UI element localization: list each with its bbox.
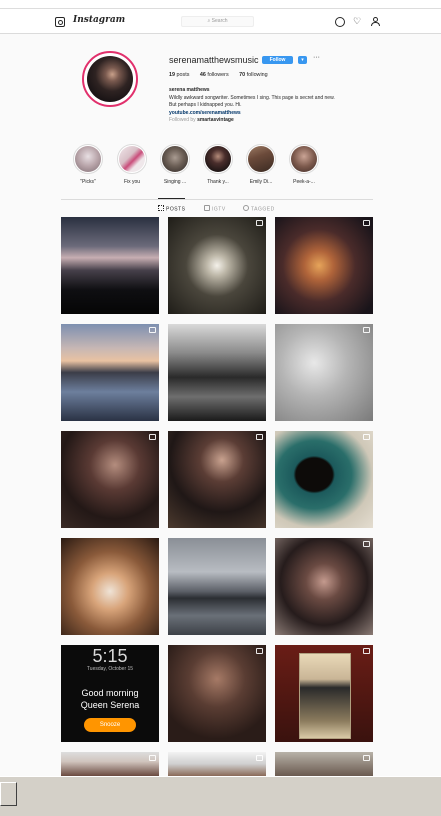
post-thumbnail[interactable] [61,752,159,776]
profile-stats: 19 posts 46 followers 70 following [169,72,268,78]
follow-button[interactable]: Follow [262,56,293,64]
highlight-label: "Picks" [80,179,96,185]
profile-full-name: serena matthews [169,87,210,93]
highlight-item[interactable]: Singing ... [160,144,190,185]
tab-igtv[interactable]: IGTV [204,205,226,213]
highlight-cover [119,146,145,172]
post-thumbnail[interactable] [168,645,266,742]
video-badge-icon [363,755,370,761]
igtv-icon [204,205,210,211]
highlight-item[interactable]: Emily Di... [246,144,276,185]
more-options-icon[interactable]: ··· [313,54,320,61]
post-thumbnail[interactable] [61,431,159,528]
post-thumbnail[interactable] [275,431,373,528]
post-thumbnail[interactable] [275,752,373,776]
bio-line-2: But perhaps I kidnapped you. Hi. [169,102,242,108]
os-taskbar [0,776,441,816]
video-badge-icon [256,648,263,654]
instagram-logo-icon[interactable] [55,17,65,27]
video-badge-icon [256,434,263,440]
post-thumbnail[interactable] [275,645,373,742]
highlight-label: Fix you [123,179,141,185]
profile-avatar-ring[interactable] [82,51,138,107]
lockscreen-date: Tuesday, October 15 [86,666,134,672]
highlight-cover [75,146,101,172]
highlight-cover [291,146,317,172]
tab-tagged[interactable]: TAGGED [243,205,275,213]
video-badge-icon [363,648,370,654]
lockscreen-post[interactable]: 5:15 Tuesday, October 15 Good morning Qu… [61,645,159,742]
video-badge-icon [149,327,156,333]
following-stat[interactable]: 70 following [239,72,267,78]
highlight-item[interactable]: Peek-a-... [289,144,319,185]
post-thumbnail[interactable] [61,538,159,635]
video-badge-icon [256,220,263,226]
highlight-label: Peek-a-... [293,179,315,185]
top-nav-bar: Instagram ⌕ Search ♡ [0,9,441,34]
profile-bio: serena matthews Wildly awkward songwrite… [169,87,389,125]
post-thumbnail[interactable] [275,324,373,421]
post-thumbnail[interactable] [275,217,373,314]
avatar [87,56,133,102]
lockscreen-greeting-1: Good morning [81,688,139,698]
video-badge-icon [363,327,370,333]
post-thumbnail[interactable] [275,538,373,635]
posts-stat: 19 posts [169,72,190,78]
lockscreen-greeting-2: Queen Serena [80,700,140,710]
profile-person-icon[interactable] [371,17,380,26]
followed-by-user-link[interactable]: smartasvintage [197,117,234,123]
video-badge-icon [363,541,370,547]
profile-website-link[interactable]: youtube.com/serenamatthews [169,110,389,118]
highlight-label: Singing ... [163,179,187,185]
video-badge-icon [149,434,156,440]
followed-by: Followed by smartasvintage [169,117,234,123]
post-thumbnail[interactable] [168,324,266,421]
highlight-item[interactable]: Thank y... [203,144,233,185]
highlight-cover [205,146,231,172]
post-thumbnail[interactable] [168,538,266,635]
tagged-icon [243,205,249,211]
highlight-cover [248,146,274,172]
tabs-divider [61,199,373,200]
book-cover [299,653,351,739]
profile-username: serenamatthewsmusic [169,55,259,65]
grid-icon [158,205,164,211]
explore-compass-icon[interactable] [335,17,345,27]
post-thumbnail[interactable] [61,324,159,421]
activity-heart-icon[interactable]: ♡ [353,17,361,26]
post-thumbnail[interactable] [168,752,266,776]
window-top-frame [0,0,441,9]
highlight-label: Thank y... [207,179,229,185]
tab-posts[interactable]: POSTS [158,205,185,213]
highlight-label: Emily Di... [249,179,273,185]
video-badge-icon [363,220,370,226]
post-thumbnail[interactable] [168,217,266,314]
highlight-item[interactable]: Fix you [117,144,147,185]
instagram-wordmark[interactable]: Instagram [73,15,125,25]
taskbar-button[interactable] [0,782,17,806]
video-badge-icon [363,434,370,440]
follow-dropdown-button[interactable]: ▾ [298,56,307,64]
highlight-item[interactable]: "Picks" [73,144,103,185]
highlight-cover [162,146,188,172]
active-tab-indicator [158,198,185,199]
bio-line-1: Wildly awkward songwriter. Sometimes I s… [169,94,335,101]
search-input[interactable]: ⌕ Search [181,16,254,27]
post-thumbnail[interactable] [61,217,159,314]
video-badge-icon [256,755,263,761]
video-badge-icon [149,755,156,761]
snooze-button: Snooze [84,718,136,732]
lockscreen-time: 5:15 [92,646,128,666]
followers-stat[interactable]: 46 followers [200,72,229,78]
search-placeholder: Search [211,18,228,24]
post-thumbnail[interactable] [168,431,266,528]
